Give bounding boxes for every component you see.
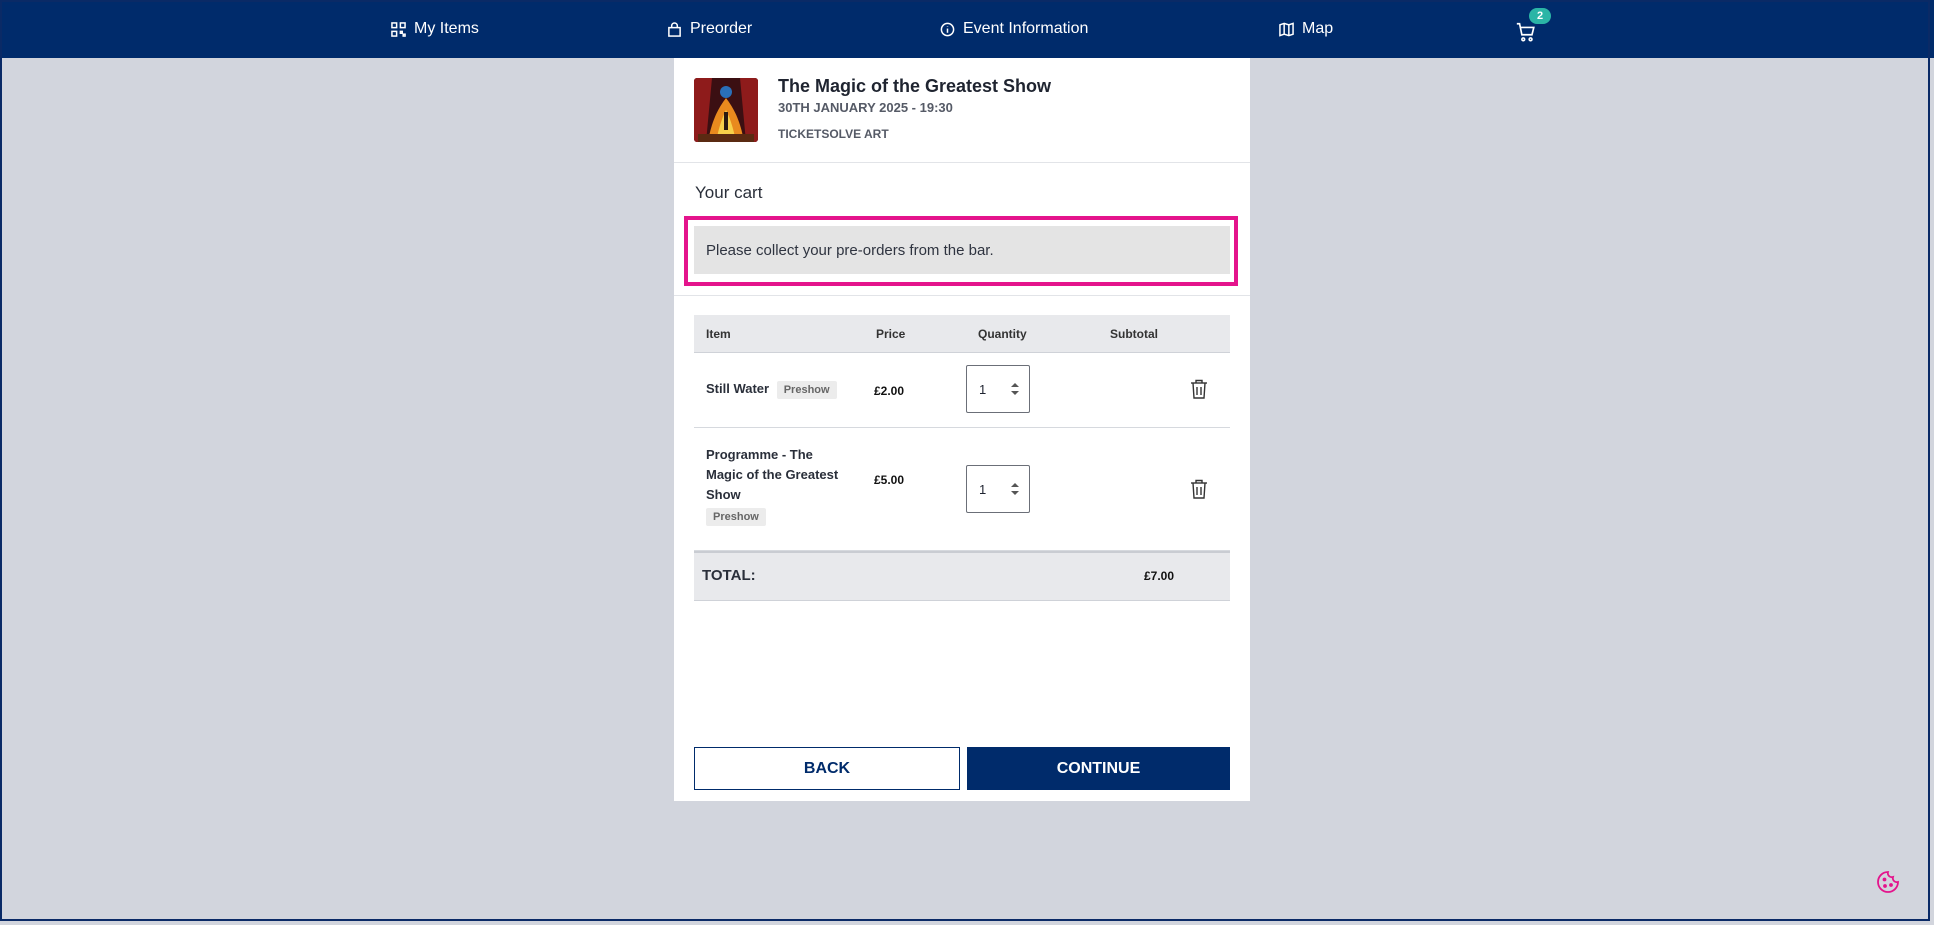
nav-map-label: Map xyxy=(1302,20,1334,37)
top-nav: My Items Preorder Event Information Map … xyxy=(0,0,1934,58)
column-header-quantity: Quantity xyxy=(978,327,1027,341)
item-name-line: Magic of the Greatest xyxy=(706,467,839,482)
item-price: £2.00 xyxy=(874,384,905,398)
spinner-arrows-icon[interactable] xyxy=(1011,382,1019,396)
map-icon xyxy=(1279,21,1294,37)
table-row: Still Water Preshow £2.00 1 xyxy=(694,353,1230,428)
quantity-value: 1 xyxy=(979,481,987,497)
item-name: Still Water xyxy=(706,381,770,396)
nav-event-information-label: Event Information xyxy=(963,20,1089,37)
continue-button[interactable]: CONTINUE xyxy=(967,747,1230,790)
nav-event-information[interactable]: Event Information xyxy=(940,0,1088,58)
total-row: TOTAL: £7.00 xyxy=(694,551,1230,601)
cart-table: Item Price Quantity Subtotal Still Water… xyxy=(694,315,1230,601)
event-venue: TICKETSOLVE ART xyxy=(778,127,889,141)
preshow-tag: Preshow xyxy=(776,381,837,399)
back-button[interactable]: BACK xyxy=(694,747,960,790)
quantity-value: 1 xyxy=(979,381,987,397)
event-title: The Magic of the Greatest Show xyxy=(778,76,1052,96)
event-date: 30TH JANUARY 2025 - 19:30 xyxy=(778,100,953,115)
table-header: Item Price Quantity Subtotal xyxy=(694,315,1230,353)
table-row: Programme - The Magic of the Greatest Sh… xyxy=(694,428,1230,551)
nav-my-items[interactable]: My Items xyxy=(391,0,479,58)
divider xyxy=(674,295,1250,296)
remove-item-button[interactable] xyxy=(1190,479,1210,501)
cart-panel: The Magic of the Greatest Show 30TH JANU… xyxy=(674,58,1250,801)
cookie-settings-button[interactable] xyxy=(1876,870,1900,894)
item-name-cell: Programme - The Magic of the Greatest Sh… xyxy=(706,445,838,526)
spinner-arrows-icon[interactable] xyxy=(1011,482,1019,496)
total-label: TOTAL: xyxy=(702,567,756,584)
cart-icon xyxy=(1516,22,1535,42)
notice-highlight xyxy=(684,216,1238,286)
column-header-subtotal: Subtotal xyxy=(1110,327,1158,341)
item-name-cell: Still Water Preshow xyxy=(706,379,837,399)
remove-item-button[interactable] xyxy=(1190,379,1210,401)
bag-icon xyxy=(668,21,681,37)
item-name-line: Show xyxy=(706,487,741,502)
nav-my-items-label: My Items xyxy=(414,20,479,37)
quantity-input[interactable]: 1 xyxy=(966,465,1030,513)
cookie-icon xyxy=(1877,871,1899,893)
column-header-price: Price xyxy=(876,327,906,341)
trash-icon xyxy=(1191,379,1207,399)
trash-icon xyxy=(1191,479,1207,499)
cart-button[interactable]: 2 xyxy=(1515,8,1551,46)
item-name-line: Programme - The xyxy=(706,447,813,462)
total-value: £7.00 xyxy=(1144,569,1175,583)
event-image xyxy=(694,78,758,142)
cart-title: Your cart xyxy=(695,183,763,202)
preshow-tag: Preshow xyxy=(706,508,766,526)
item-price: £5.00 xyxy=(874,473,905,487)
info-icon xyxy=(940,22,955,36)
qr-code-icon xyxy=(391,21,406,37)
nav-preorder[interactable]: Preorder xyxy=(667,0,752,58)
cart-count-badge: 2 xyxy=(1529,8,1551,24)
quantity-input[interactable]: 1 xyxy=(966,365,1030,413)
event-header: The Magic of the Greatest Show 30TH JANU… xyxy=(674,58,1250,163)
column-header-item: Item xyxy=(706,327,731,341)
nav-preorder-label: Preorder xyxy=(690,20,753,37)
nav-map[interactable]: Map xyxy=(1279,0,1333,58)
